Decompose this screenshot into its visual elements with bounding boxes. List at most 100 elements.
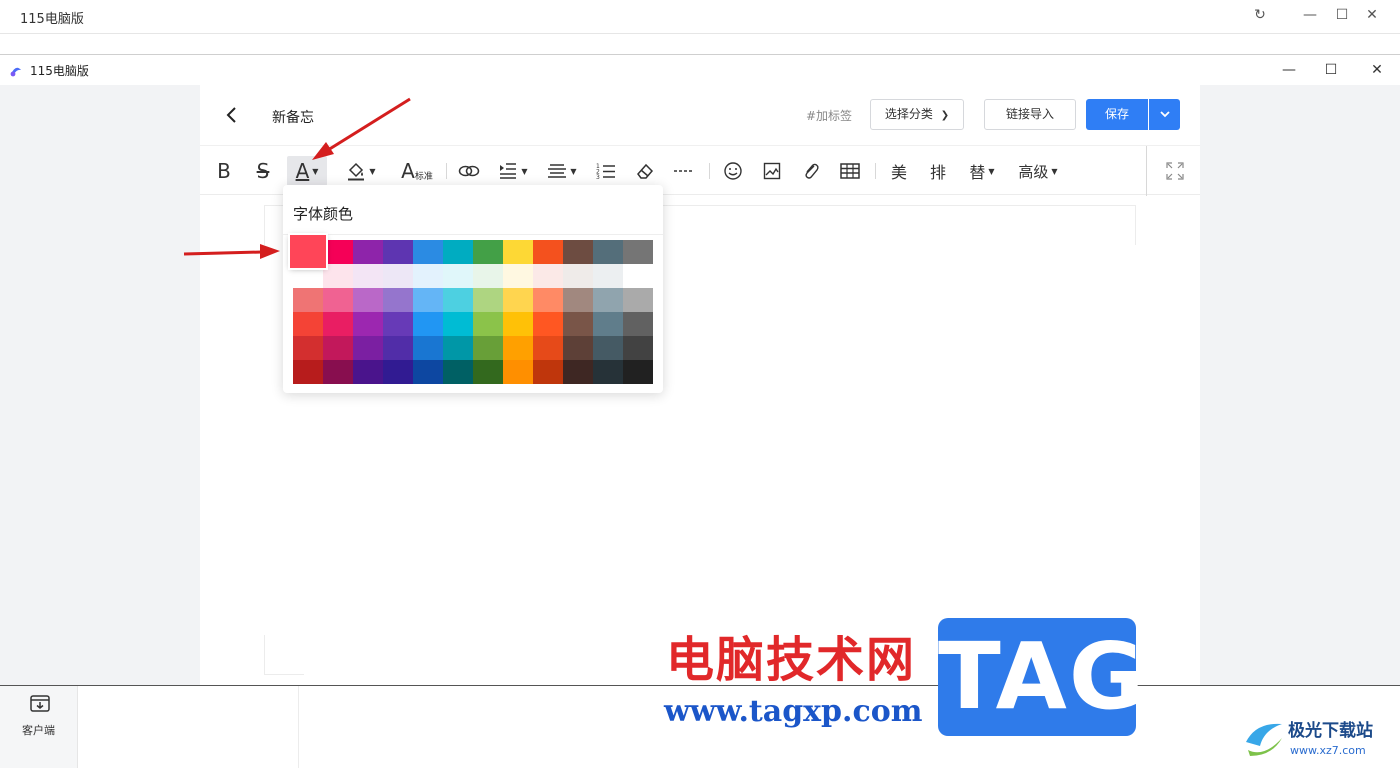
color-swatch[interactable] — [413, 336, 443, 360]
refresh-icon[interactable]: ↻ — [1250, 7, 1270, 23]
clear-format-button[interactable] — [633, 156, 657, 186]
bold-button[interactable]: B — [212, 156, 236, 186]
close-icon[interactable]: ✕ — [1362, 7, 1382, 23]
color-swatch[interactable] — [563, 360, 593, 384]
color-swatch[interactable] — [563, 264, 593, 288]
color-swatch[interactable] — [623, 264, 653, 288]
color-swatch[interactable] — [563, 312, 593, 336]
color-swatch[interactable] — [383, 240, 413, 264]
strikethrough-button[interactable]: S — [250, 156, 276, 186]
close-icon[interactable]: ✕ — [1366, 59, 1388, 81]
color-swatch[interactable] — [473, 360, 503, 384]
divider-line-button[interactable] — [672, 156, 696, 186]
layout-button[interactable]: 排 — [927, 156, 949, 186]
color-swatch[interactable] — [533, 240, 563, 264]
client-download-item[interactable]: 客户端 — [0, 686, 78, 768]
color-swatch[interactable] — [473, 288, 503, 312]
minimize-icon[interactable]: — — [1278, 59, 1300, 81]
color-swatch[interactable] — [413, 240, 443, 264]
color-swatch[interactable] — [353, 240, 383, 264]
font-size-button[interactable]: A 标准 — [397, 156, 437, 186]
emoji-button[interactable] — [721, 156, 745, 186]
color-swatch[interactable] — [353, 312, 383, 336]
color-swatch[interactable] — [533, 312, 563, 336]
color-swatch[interactable] — [503, 360, 533, 384]
color-swatch[interactable] — [293, 360, 323, 384]
color-swatch[interactable] — [593, 240, 623, 264]
color-swatch[interactable] — [503, 264, 533, 288]
color-swatch[interactable] — [533, 288, 563, 312]
color-swatch[interactable] — [353, 264, 383, 288]
color-swatch[interactable] — [383, 336, 413, 360]
color-swatch[interactable] — [563, 288, 593, 312]
align-button[interactable]: ▼ — [544, 156, 580, 186]
beautify-button[interactable]: 美 — [888, 156, 910, 186]
maximize-icon[interactable]: ☐ — [1332, 7, 1352, 23]
highlight-button[interactable]: ▼ — [342, 156, 380, 186]
color-swatch[interactable] — [533, 360, 563, 384]
replace-button[interactable]: 替 ▼ — [966, 156, 998, 186]
color-swatch[interactable] — [323, 288, 353, 312]
color-swatch[interactable] — [443, 264, 473, 288]
select-category-button[interactable]: 选择分类 ❯ — [870, 99, 964, 130]
color-swatch[interactable] — [473, 336, 503, 360]
color-swatch[interactable] — [533, 336, 563, 360]
color-swatch[interactable] — [623, 288, 653, 312]
color-swatch[interactable] — [413, 288, 443, 312]
color-swatch[interactable] — [383, 312, 413, 336]
color-swatch[interactable] — [443, 240, 473, 264]
color-swatch[interactable] — [503, 288, 533, 312]
color-swatch[interactable] — [503, 240, 533, 264]
color-swatch[interactable] — [413, 312, 443, 336]
color-swatch[interactable] — [563, 336, 593, 360]
color-swatch[interactable] — [503, 312, 533, 336]
color-swatch[interactable] — [503, 336, 533, 360]
ordered-list-button[interactable]: 1 2 3 — [594, 156, 618, 186]
save-options-button[interactable] — [1149, 99, 1180, 130]
color-swatch[interactable] — [353, 360, 383, 384]
color-swatch[interactable] — [593, 264, 623, 288]
color-swatch[interactable] — [593, 312, 623, 336]
color-swatch[interactable] — [293, 336, 323, 360]
color-swatch[interactable] — [443, 360, 473, 384]
attachment-button[interactable] — [799, 156, 823, 186]
color-swatch[interactable] — [323, 264, 353, 288]
color-swatch[interactable] — [383, 264, 413, 288]
color-swatch[interactable] — [563, 240, 593, 264]
save-button[interactable]: 保存 — [1086, 99, 1148, 130]
color-swatch[interactable] — [323, 240, 353, 264]
color-swatch[interactable] — [533, 264, 563, 288]
link-button[interactable] — [456, 156, 482, 186]
color-swatch[interactable] — [293, 312, 323, 336]
color-swatch[interactable] — [473, 240, 503, 264]
color-swatch[interactable] — [473, 264, 503, 288]
add-tag-link[interactable]: #加标签 — [806, 107, 852, 124]
color-swatch[interactable] — [623, 312, 653, 336]
color-swatch[interactable] — [623, 360, 653, 384]
color-swatch[interactable] — [383, 288, 413, 312]
advanced-button[interactable]: 高级 ▼ — [1013, 156, 1063, 186]
minimize-icon[interactable]: — — [1300, 7, 1320, 23]
image-button[interactable] — [760, 156, 784, 186]
color-swatch[interactable] — [413, 360, 443, 384]
color-swatch[interactable] — [323, 312, 353, 336]
color-swatch[interactable] — [443, 312, 473, 336]
fullscreen-button[interactable] — [1162, 156, 1188, 186]
color-swatch[interactable] — [623, 336, 653, 360]
color-swatch[interactable] — [623, 240, 653, 264]
indent-button[interactable]: ▼ — [496, 156, 530, 186]
color-swatch[interactable] — [473, 312, 503, 336]
color-swatch[interactable] — [323, 336, 353, 360]
maximize-icon[interactable]: ☐ — [1320, 59, 1342, 81]
color-swatch[interactable] — [383, 360, 413, 384]
color-swatch[interactable] — [413, 264, 443, 288]
color-swatch-selected[interactable] — [290, 235, 326, 268]
table-button[interactable] — [837, 156, 863, 186]
color-swatch[interactable] — [353, 336, 383, 360]
color-swatch[interactable] — [593, 288, 623, 312]
back-icon[interactable] — [222, 103, 242, 127]
color-swatch[interactable] — [593, 336, 623, 360]
font-color-button[interactable]: A ▼ — [287, 156, 327, 186]
color-swatch[interactable] — [353, 288, 383, 312]
color-swatch[interactable] — [443, 288, 473, 312]
